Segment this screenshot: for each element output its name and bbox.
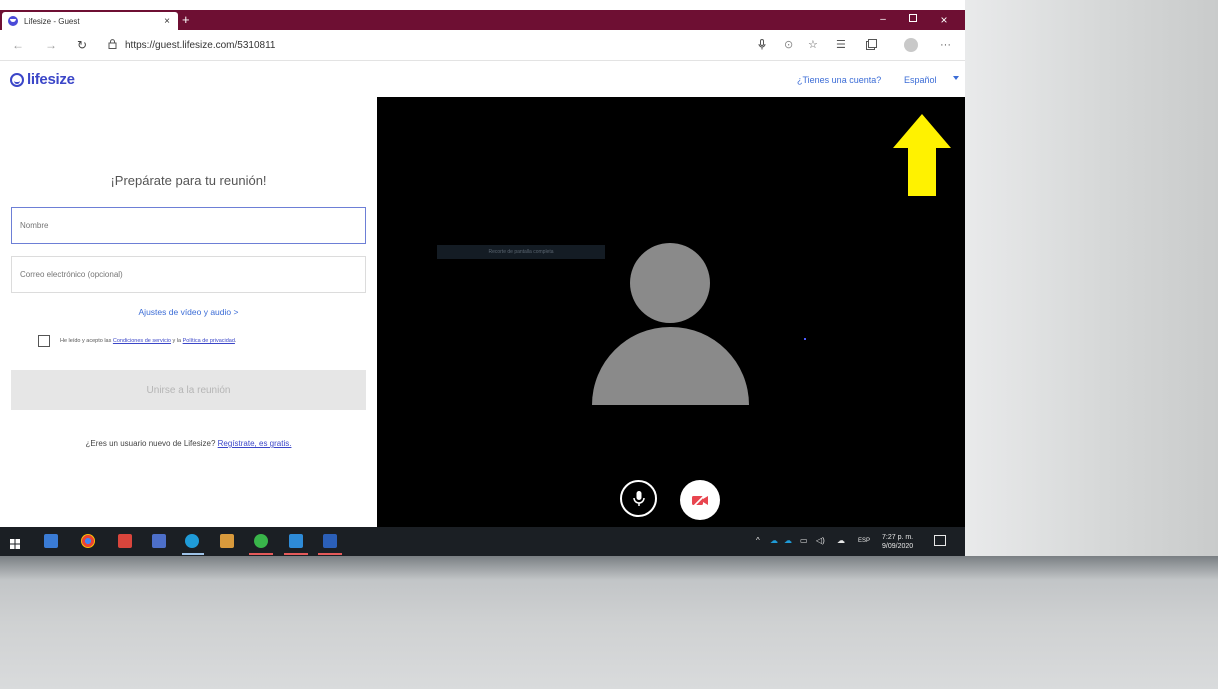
forward-icon[interactable]: → [45,38,57,52]
cursor-dot [804,338,806,340]
start-button[interactable] [10,536,20,549]
refresh-icon[interactable]: ↻ [77,38,87,52]
close-tab-icon[interactable]: × [162,16,172,27]
screenshot-tooltip: Recorte de pantalla completa [437,245,605,259]
profile-avatar-icon[interactable] [904,38,918,52]
system-clock[interactable]: 7:27 p. m. 9/09/2020 [882,533,913,551]
browser-tab-strip: Lifesize - Guest × + – × [0,10,965,30]
av-settings-link[interactable]: Ajustes de vídeo y audio > [0,307,377,317]
terms-prefix: He leído y acepto las [60,338,112,344]
onedrive-icon[interactable]: ☁ [770,536,778,545]
url-text: https://guest.lifesize.com/5310811 [125,40,276,51]
clock-time: 7:27 p. m. [882,534,914,541]
favorites-list-icon[interactable]: ☰ [836,39,846,51]
terms-of-service-link[interactable]: Condiciones de servicio [113,338,171,344]
app-header: lifesize ¿Tienes una cuenta? Español [0,62,965,97]
privacy-policy-link[interactable]: Política de privacidad [183,338,235,344]
onedrive-business-icon[interactable]: ☁ [784,536,792,545]
avatar-head [630,243,710,323]
file-explorer-icon[interactable] [44,534,58,548]
browser-toolbar: ← → ↻ https://guest.lifesize.com/5310811… [0,30,965,61]
microphone-permission-icon[interactable] [758,39,766,53]
shield-app-icon[interactable] [118,534,132,548]
browser-tab-lifesize[interactable]: Lifesize - Guest × [2,12,178,30]
chat-app-icon[interactable] [254,534,268,548]
language-indicator[interactable]: ESP [858,538,870,544]
microphone-icon [632,490,645,506]
favorite-star-icon[interactable]: ☆ [808,39,818,51]
terms-checkbox[interactable] [38,335,50,347]
camera-permission-icon[interactable]: ⊙ [784,39,793,51]
mail-icon[interactable] [289,534,303,548]
volume-icon[interactable]: ◁) [816,536,825,545]
more-menu-icon[interactable]: ··· [940,39,951,51]
microphone-button[interactable] [620,480,657,517]
new-tab-button[interactable]: + [182,12,190,28]
back-icon[interactable]: ← [12,38,24,52]
register-link[interactable]: Regístrate, es gratis. [218,439,292,448]
show-hidden-icons-icon[interactable]: ^ [756,536,760,545]
terms-suffix: . [234,338,237,344]
join-form-panel: ¡Prepárate para tu reunión! Ajustes de v… [0,97,377,527]
running-app-indicator [284,553,308,555]
floor-glow [0,556,1218,689]
minimize-button[interactable]: – [876,13,890,27]
page-title: ¡Prepárate para tu reunión! [110,173,267,188]
address-bar[interactable]: https://guest.lifesize.com/5310811 [108,35,748,56]
video-preview: Recorte de pantalla completa [377,97,965,527]
language-selector[interactable]: Español [904,75,937,85]
lock-icon [108,39,117,52]
maximize-icon [909,14,917,22]
notification-center-icon[interactable] [934,535,946,546]
collections-icon[interactable] [866,39,877,53]
have-account-link[interactable]: ¿Tienes una cuenta? [797,75,881,85]
network-icon[interactable]: ▭ [800,536,808,545]
avatar-body [592,327,749,405]
logo-text: lifesize [27,71,75,88]
edge-icon[interactable] [185,534,199,548]
camera-off-icon [692,492,708,508]
terms-row: He leído y acepto las Condiciones de ser… [38,335,236,347]
running-app-indicator [249,553,273,555]
lifesize-favicon-icon [8,16,18,26]
people-app-icon[interactable] [152,534,166,548]
windows-taskbar: ^ ☁ ☁ ▭ ◁) ☁ ESP 7:27 p. m. 9/09/2020 [0,527,965,556]
terms-text: He leído y acepto las Condiciones de ser… [60,338,236,344]
join-meeting-button[interactable]: Unirse a la reunión [11,370,366,410]
active-app-indicator [182,553,204,555]
yellow-arrow-annotation [893,114,951,196]
new-user-text: ¿Eres un usuario nuevo de Lifesize? [85,439,216,448]
lifesize-logo: lifesize [10,71,75,88]
windows-icon [10,539,20,549]
tab-title: Lifesize - Guest [24,16,80,26]
maximize-button[interactable] [906,13,920,27]
monitor-screen: Lifesize - Guest × + – × ← → ↻ https://g… [0,10,965,556]
chevron-down-icon[interactable] [953,76,959,80]
clock-date: 9/09/2020 [882,543,914,550]
lifesize-logo-icon [10,72,24,87]
chrome-icon[interactable] [81,534,95,548]
new-user-row: ¿Eres un usuario nuevo de Lifesize? Regí… [0,439,377,448]
running-app-indicator [318,553,342,555]
email-input[interactable] [11,256,366,293]
camera-button[interactable] [680,480,720,520]
word-icon[interactable] [323,534,337,548]
terms-mid: y la [172,338,182,344]
package-app-icon[interactable] [220,534,234,548]
name-input[interactable] [11,207,366,244]
cloud-sync-icon[interactable]: ☁ [837,536,845,545]
close-window-button[interactable]: × [937,13,951,27]
